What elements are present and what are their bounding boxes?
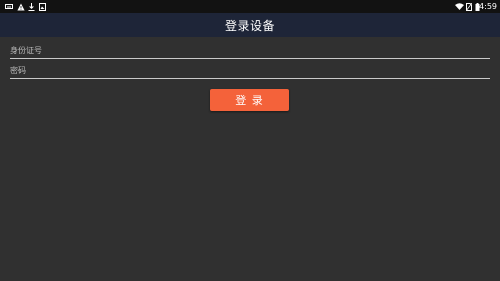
- no-sim-icon: [465, 2, 473, 11]
- keyboard-icon: [4, 2, 13, 11]
- app-bar: 登录设备: [0, 13, 500, 37]
- status-time: 4:59: [479, 2, 497, 11]
- wifi-icon: [454, 2, 464, 11]
- login-screen: 4:59 登录设备 登 录: [0, 0, 500, 281]
- id-number-field[interactable]: [10, 43, 490, 59]
- status-bar: 4:59: [0, 0, 500, 13]
- password-input[interactable]: [10, 63, 490, 78]
- download-icon: [27, 2, 36, 11]
- page-title: 登录设备: [224, 18, 275, 33]
- login-button[interactable]: 登 录: [210, 89, 289, 111]
- id-number-input[interactable]: [10, 43, 490, 58]
- photo-icon: [38, 2, 47, 11]
- warning-icon: [16, 2, 25, 11]
- password-field[interactable]: [10, 63, 490, 79]
